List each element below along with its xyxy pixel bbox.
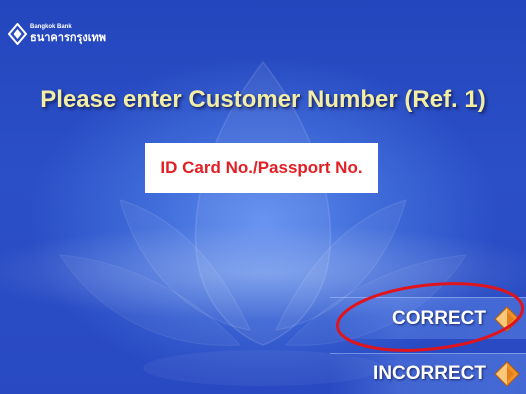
id-type-label: ID Card No./Passport No.: [160, 158, 363, 177]
orange-arrow-icon: [494, 305, 520, 332]
bank-name-english: Bangkok Bank: [30, 24, 72, 30]
page-title: Please enter Customer Number (Ref. 1): [40, 86, 486, 113]
correct-button-label: CORRECT: [392, 307, 486, 329]
arrow-highlight: [496, 307, 507, 330]
bank-name-thai: ธนาคารกรุงเทพ: [30, 31, 107, 44]
atm-screen: Bangkok Bank ธนาคารกรุงเทพ Please enter …: [0, 0, 526, 394]
incorrect-button-label: INCORRECT: [373, 363, 486, 384]
logo-text: Bangkok Bank ธนาคารกรุงเทพ: [30, 24, 106, 44]
customer-number-display: ID Card No./Passport No.: [145, 143, 378, 193]
lotus-petal-outer-left: [59, 254, 242, 346]
orange-arrow-icon: [494, 361, 520, 387]
lotus-petal-left: [119, 199, 252, 331]
incorrect-button[interactable]: INCORRECT: [330, 353, 526, 394]
logo-inner-diamond: [13, 29, 22, 39]
correct-button[interactable]: CORRECT: [330, 297, 526, 339]
bank-logo: Bangkok Bank ธนาคารกรุงเทพ: [8, 22, 148, 46]
bangkok-bank-logo-icon: [8, 23, 27, 45]
arrow-highlight: [496, 363, 507, 385]
